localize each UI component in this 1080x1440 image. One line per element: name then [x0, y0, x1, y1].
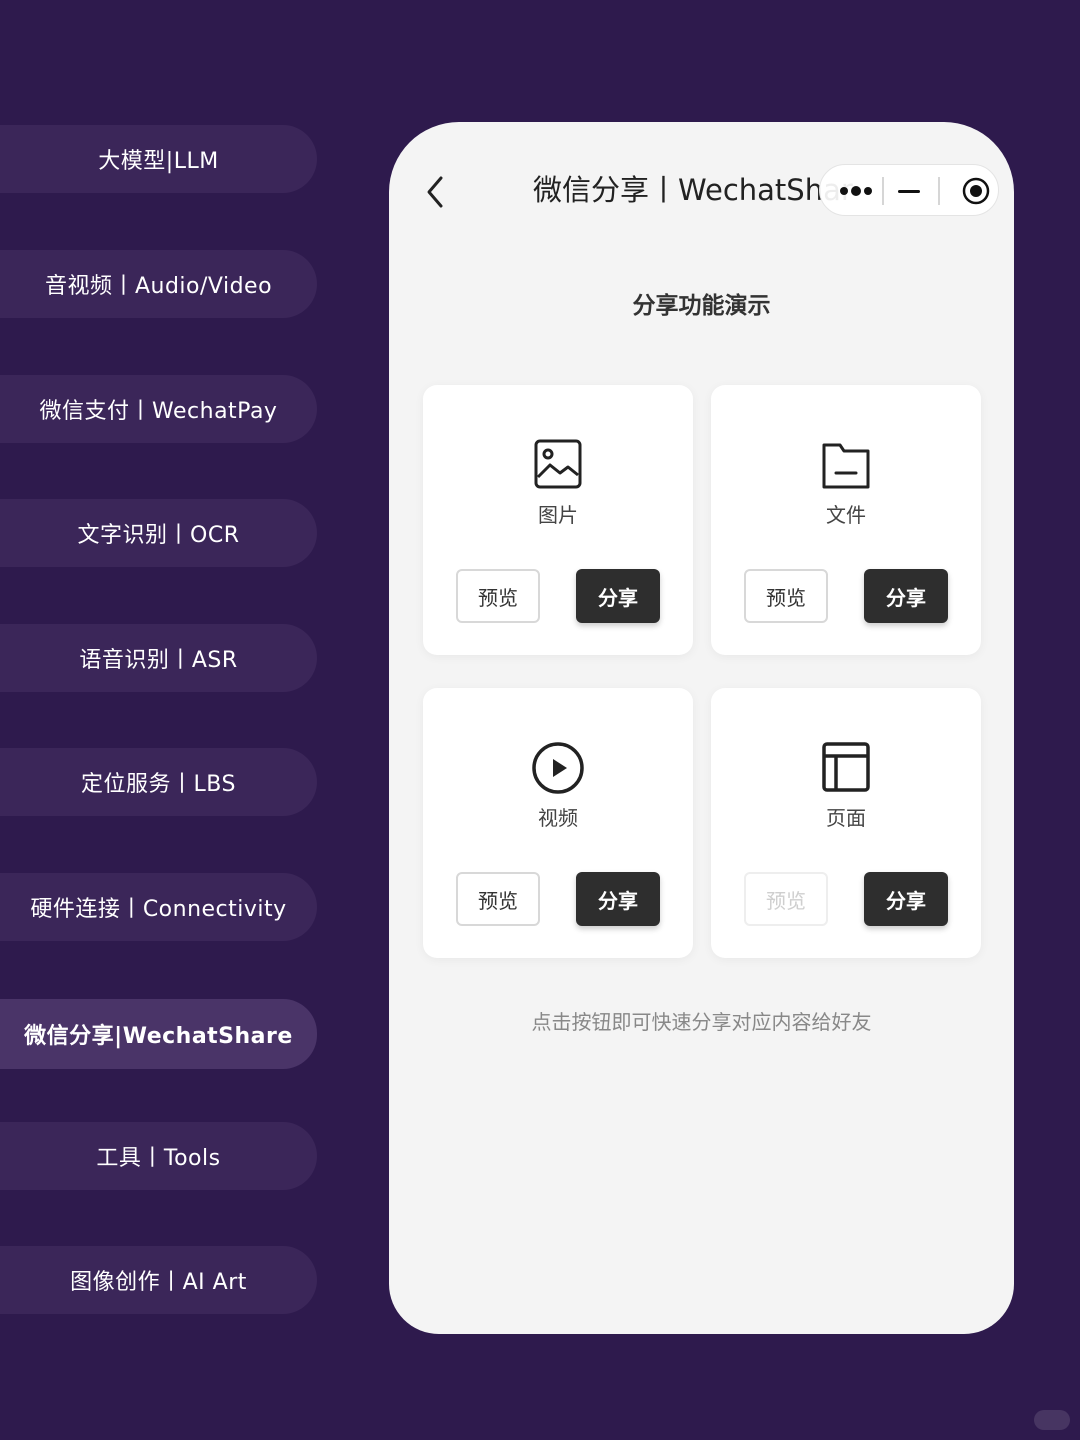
section-title: 分享功能演示: [632, 293, 771, 319]
sidebar-item-ai-art[interactable]: 图像创作丨AI Art: [0, 1246, 317, 1314]
share-button[interactable]: 分享: [576, 872, 660, 926]
capsule-divider: [938, 177, 940, 205]
sidebar-item-label: 定位服务丨LBS: [81, 772, 236, 797]
sidebar-item-label: 音视频丨Audio/Video: [44, 274, 273, 299]
share-button[interactable]: 分享: [864, 872, 948, 926]
sidebar-item-tools[interactable]: 工具丨Tools: [0, 1122, 317, 1190]
mini-program-capsule: [819, 164, 999, 216]
chevron-left-icon[interactable]: [421, 172, 451, 212]
share-button[interactable]: 分享: [864, 569, 948, 623]
sidebar-item-label: 硬件连接丨Connectivity: [30, 897, 287, 922]
share-card-image: 图片 预览 分享: [423, 385, 693, 655]
hint-text: 点击按钮即可快速分享对应内容给好友: [531, 1010, 872, 1034]
sidebar-item-wechatpay[interactable]: 微信支付丨WechatPay: [0, 375, 317, 443]
sidebar-item-wechatshare[interactable]: 微信分享|WechatShare: [0, 999, 317, 1069]
sidebar-item-label: 大模型|LLM: [98, 149, 219, 174]
sidebar-item-connectivity[interactable]: 硬件连接丨Connectivity: [0, 873, 317, 941]
minus-icon[interactable]: [898, 190, 920, 193]
card-label: 页面: [826, 806, 866, 830]
sidebar-item-label: 微信支付丨WechatPay: [39, 399, 278, 424]
preview-button[interactable]: 预览: [744, 569, 828, 623]
share-card-file: 文件 预览 分享: [711, 385, 981, 655]
card-label: 图片: [538, 503, 578, 527]
folder-icon: [816, 435, 876, 495]
sidebar-item-asr[interactable]: 语音识别丨ASR: [0, 624, 317, 692]
sidebar-menu: 大模型|LLM 音视频丨Audio/Video 微信支付丨WechatPay 文…: [0, 0, 330, 1440]
target-icon[interactable]: [962, 177, 990, 205]
image-icon: [528, 435, 588, 495]
capsule-divider: [882, 177, 884, 205]
sidebar-item-label: 文字识别丨OCR: [77, 523, 240, 548]
sidebar-item-label: 图像创作丨AI Art: [70, 1270, 247, 1295]
page-title: 微信分享丨WechatShare: [533, 173, 853, 207]
card-label: 文件: [826, 503, 866, 527]
preview-button[interactable]: 预览: [456, 872, 540, 926]
share-button[interactable]: 分享: [576, 569, 660, 623]
sidebar-item-label: 工具丨Tools: [96, 1146, 221, 1171]
watermark-logo: [1034, 1410, 1070, 1430]
sidebar-item-label: 语音识别丨ASR: [79, 648, 238, 673]
sidebar-item-audio-video[interactable]: 音视频丨Audio/Video: [0, 250, 317, 318]
preview-button[interactable]: 预览: [456, 569, 540, 623]
sidebar-item-label: 微信分享|WechatShare: [24, 1024, 293, 1049]
phone-screen: 微信分享丨WechatShare 分享功能演示 图片 预览 分享 文件 预览 分…: [389, 122, 1014, 1334]
sidebar-item-llm[interactable]: 大模型|LLM: [0, 125, 317, 193]
card-label: 视频: [538, 806, 578, 830]
share-card-page: 页面 预览 分享: [711, 688, 981, 958]
sidebar-item-lbs[interactable]: 定位服务丨LBS: [0, 748, 317, 816]
share-card-video: 视频 预览 分享: [423, 688, 693, 958]
layout-icon: [816, 738, 876, 798]
preview-button-disabled: 预览: [744, 872, 828, 926]
sidebar-item-ocr[interactable]: 文字识别丨OCR: [0, 499, 317, 567]
play-circle-icon: [528, 738, 588, 798]
more-dots-icon[interactable]: [838, 183, 878, 199]
